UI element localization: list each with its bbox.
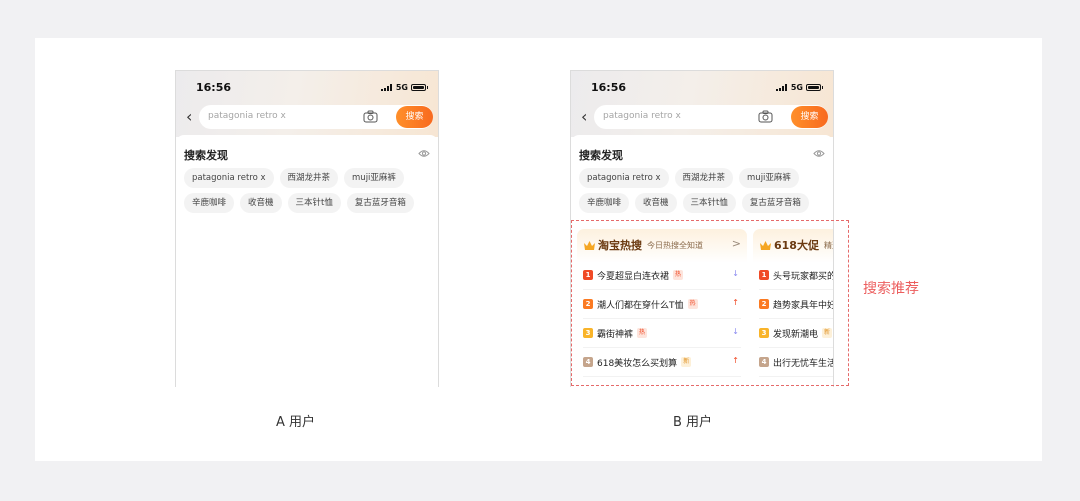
search-button[interactable]: 搜索 [791, 106, 828, 128]
search-input[interactable]: patagonia retro x 搜索 [199, 105, 433, 129]
content-panel: 搜索发现 patagonia retro x 西湖龙井茶 muji亚麻裤 辛鹿咖… [176, 135, 438, 387]
discovery-chips: patagonia retro x 西湖龙井茶 muji亚麻裤 辛鹿咖啡 收音機… [579, 168, 819, 218]
camera-icon[interactable] [758, 110, 773, 123]
recommend-highlight-box [571, 220, 849, 386]
discovery-chip[interactable]: 辛鹿咖啡 [579, 193, 630, 213]
canvas: 16:56 5G ‹ patagonia retro x 搜索 搜索发现 pat… [35, 38, 1042, 461]
battery-icon [806, 84, 823, 91]
discovery-chip[interactable]: muji亚麻裤 [739, 168, 799, 188]
back-arrow-icon[interactable]: ‹ [186, 109, 192, 125]
discovery-chip[interactable]: patagonia retro x [184, 168, 274, 188]
search-button[interactable]: 搜索 [396, 106, 433, 128]
discovery-chip[interactable]: 三本针t恤 [682, 193, 736, 213]
discovery-chip[interactable]: 西湖龙井茶 [674, 168, 734, 188]
search-input-text: patagonia retro x [208, 111, 286, 121]
status-indicators: 5G [380, 83, 428, 92]
network-label: 5G [790, 83, 803, 92]
discovery-chip[interactable]: 复古蓝牙音箱 [346, 193, 414, 213]
phone-screen-a: 16:56 5G ‹ patagonia retro x 搜索 搜索发现 pat… [175, 70, 439, 387]
discovery-chips: patagonia retro x 西湖龙井茶 muji亚麻裤 辛鹿咖啡 收音機… [184, 168, 424, 218]
signal-icon [775, 84, 788, 91]
recommend-annotation: 搜索推荐 [863, 281, 919, 297]
status-indicators: 5G [775, 83, 823, 92]
discovery-chip[interactable]: 西湖龙井茶 [279, 168, 339, 188]
eye-icon[interactable] [813, 149, 825, 158]
signal-icon [380, 84, 393, 91]
status-time: 16:56 [196, 81, 232, 94]
caption-b: B 用户 [673, 415, 713, 430]
discovery-chip[interactable]: 收音機 [635, 193, 677, 213]
discovery-title: 搜索发现 [579, 149, 623, 162]
search-input[interactable]: patagonia retro x 搜索 [594, 105, 828, 129]
search-input-text: patagonia retro x [603, 111, 681, 121]
discovery-chip[interactable]: patagonia retro x [579, 168, 669, 188]
discovery-chip[interactable]: 复古蓝牙音箱 [741, 193, 809, 213]
discovery-chip[interactable]: 收音機 [240, 193, 282, 213]
status-time: 16:56 [591, 81, 627, 94]
discovery-chip[interactable]: 三本针t恤 [287, 193, 341, 213]
discovery-chip[interactable]: muji亚麻裤 [344, 168, 404, 188]
discovery-chip[interactable]: 辛鹿咖啡 [184, 193, 235, 213]
caption-a: A 用户 [276, 415, 316, 430]
battery-icon [411, 84, 428, 91]
camera-icon[interactable] [363, 110, 378, 123]
discovery-title: 搜索发现 [184, 149, 228, 162]
back-arrow-icon[interactable]: ‹ [581, 109, 587, 125]
network-label: 5G [395, 83, 408, 92]
eye-icon[interactable] [418, 149, 430, 158]
